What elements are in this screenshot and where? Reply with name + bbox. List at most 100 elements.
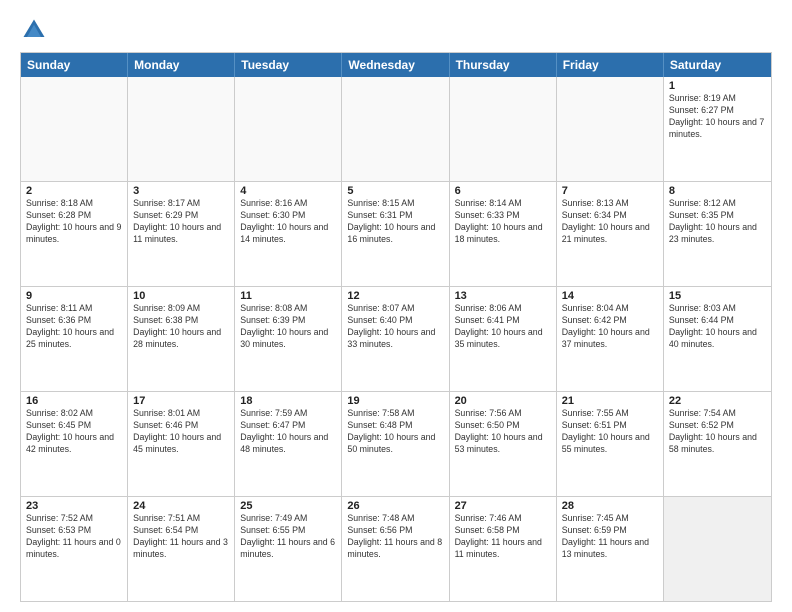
day-number: 17 (133, 395, 229, 407)
calendar-header: SundayMondayTuesdayWednesdayThursdayFrid… (21, 53, 771, 77)
day-header-monday: Monday (128, 53, 235, 77)
cal-cell (21, 77, 128, 181)
cal-cell: 9Sunrise: 8:11 AM Sunset: 6:36 PM Daylig… (21, 287, 128, 391)
cal-cell: 4Sunrise: 8:16 AM Sunset: 6:30 PM Daylig… (235, 182, 342, 286)
cell-detail: Sunrise: 8:06 AM Sunset: 6:41 PM Dayligh… (455, 303, 551, 351)
cell-detail: Sunrise: 7:46 AM Sunset: 6:58 PM Dayligh… (455, 513, 551, 561)
cal-cell (557, 77, 664, 181)
day-number: 25 (240, 500, 336, 512)
cal-cell: 6Sunrise: 8:14 AM Sunset: 6:33 PM Daylig… (450, 182, 557, 286)
cell-detail: Sunrise: 7:55 AM Sunset: 6:51 PM Dayligh… (562, 408, 658, 456)
cal-cell: 16Sunrise: 8:02 AM Sunset: 6:45 PM Dayli… (21, 392, 128, 496)
cell-detail: Sunrise: 7:59 AM Sunset: 6:47 PM Dayligh… (240, 408, 336, 456)
day-number: 4 (240, 185, 336, 197)
cal-cell: 2Sunrise: 8:18 AM Sunset: 6:28 PM Daylig… (21, 182, 128, 286)
day-header-saturday: Saturday (664, 53, 771, 77)
cell-detail: Sunrise: 8:11 AM Sunset: 6:36 PM Dayligh… (26, 303, 122, 351)
cell-detail: Sunrise: 8:02 AM Sunset: 6:45 PM Dayligh… (26, 408, 122, 456)
cell-detail: Sunrise: 8:04 AM Sunset: 6:42 PM Dayligh… (562, 303, 658, 351)
day-number: 26 (347, 500, 443, 512)
cal-cell (235, 77, 342, 181)
cal-cell: 28Sunrise: 7:45 AM Sunset: 6:59 PM Dayli… (557, 497, 664, 601)
week-row-1: 2Sunrise: 8:18 AM Sunset: 6:28 PM Daylig… (21, 181, 771, 286)
cal-cell: 19Sunrise: 7:58 AM Sunset: 6:48 PM Dayli… (342, 392, 449, 496)
day-number: 27 (455, 500, 551, 512)
cell-detail: Sunrise: 8:03 AM Sunset: 6:44 PM Dayligh… (669, 303, 766, 351)
day-number: 8 (669, 185, 766, 197)
cell-detail: Sunrise: 8:19 AM Sunset: 6:27 PM Dayligh… (669, 93, 766, 141)
day-number: 7 (562, 185, 658, 197)
day-header-thursday: Thursday (450, 53, 557, 77)
week-row-4: 23Sunrise: 7:52 AM Sunset: 6:53 PM Dayli… (21, 496, 771, 601)
day-number: 20 (455, 395, 551, 407)
cal-cell: 10Sunrise: 8:09 AM Sunset: 6:38 PM Dayli… (128, 287, 235, 391)
day-number: 21 (562, 395, 658, 407)
cal-cell: 5Sunrise: 8:15 AM Sunset: 6:31 PM Daylig… (342, 182, 449, 286)
cal-cell: 11Sunrise: 8:08 AM Sunset: 6:39 PM Dayli… (235, 287, 342, 391)
cell-detail: Sunrise: 8:01 AM Sunset: 6:46 PM Dayligh… (133, 408, 229, 456)
cell-detail: Sunrise: 7:58 AM Sunset: 6:48 PM Dayligh… (347, 408, 443, 456)
cal-cell: 1Sunrise: 8:19 AM Sunset: 6:27 PM Daylig… (664, 77, 771, 181)
header (20, 16, 772, 44)
cal-cell: 25Sunrise: 7:49 AM Sunset: 6:55 PM Dayli… (235, 497, 342, 601)
cell-detail: Sunrise: 7:54 AM Sunset: 6:52 PM Dayligh… (669, 408, 766, 456)
day-number: 19 (347, 395, 443, 407)
day-number: 23 (26, 500, 122, 512)
cal-cell: 24Sunrise: 7:51 AM Sunset: 6:54 PM Dayli… (128, 497, 235, 601)
day-number: 22 (669, 395, 766, 407)
day-number: 6 (455, 185, 551, 197)
cell-detail: Sunrise: 8:14 AM Sunset: 6:33 PM Dayligh… (455, 198, 551, 246)
cell-detail: Sunrise: 7:52 AM Sunset: 6:53 PM Dayligh… (26, 513, 122, 561)
day-number: 14 (562, 290, 658, 302)
cal-cell: 7Sunrise: 8:13 AM Sunset: 6:34 PM Daylig… (557, 182, 664, 286)
cal-cell: 27Sunrise: 7:46 AM Sunset: 6:58 PM Dayli… (450, 497, 557, 601)
cal-cell: 23Sunrise: 7:52 AM Sunset: 6:53 PM Dayli… (21, 497, 128, 601)
cell-detail: Sunrise: 8:18 AM Sunset: 6:28 PM Dayligh… (26, 198, 122, 246)
week-row-3: 16Sunrise: 8:02 AM Sunset: 6:45 PM Dayli… (21, 391, 771, 496)
cal-cell: 26Sunrise: 7:48 AM Sunset: 6:56 PM Dayli… (342, 497, 449, 601)
day-number: 2 (26, 185, 122, 197)
day-number: 24 (133, 500, 229, 512)
cell-detail: Sunrise: 8:15 AM Sunset: 6:31 PM Dayligh… (347, 198, 443, 246)
cell-detail: Sunrise: 7:56 AM Sunset: 6:50 PM Dayligh… (455, 408, 551, 456)
cal-cell: 8Sunrise: 8:12 AM Sunset: 6:35 PM Daylig… (664, 182, 771, 286)
day-number: 18 (240, 395, 336, 407)
cal-cell: 12Sunrise: 8:07 AM Sunset: 6:40 PM Dayli… (342, 287, 449, 391)
cal-cell (450, 77, 557, 181)
cal-cell: 3Sunrise: 8:17 AM Sunset: 6:29 PM Daylig… (128, 182, 235, 286)
day-number: 16 (26, 395, 122, 407)
logo (20, 16, 52, 44)
week-row-2: 9Sunrise: 8:11 AM Sunset: 6:36 PM Daylig… (21, 286, 771, 391)
cal-cell: 21Sunrise: 7:55 AM Sunset: 6:51 PM Dayli… (557, 392, 664, 496)
cal-cell: 17Sunrise: 8:01 AM Sunset: 6:46 PM Dayli… (128, 392, 235, 496)
day-header-wednesday: Wednesday (342, 53, 449, 77)
cell-detail: Sunrise: 8:17 AM Sunset: 6:29 PM Dayligh… (133, 198, 229, 246)
page: SundayMondayTuesdayWednesdayThursdayFrid… (0, 0, 792, 612)
cell-detail: Sunrise: 7:45 AM Sunset: 6:59 PM Dayligh… (562, 513, 658, 561)
cal-cell: 14Sunrise: 8:04 AM Sunset: 6:42 PM Dayli… (557, 287, 664, 391)
cal-cell: 20Sunrise: 7:56 AM Sunset: 6:50 PM Dayli… (450, 392, 557, 496)
cal-cell (664, 497, 771, 601)
day-number: 28 (562, 500, 658, 512)
day-number: 10 (133, 290, 229, 302)
logo-icon (20, 16, 48, 44)
cell-detail: Sunrise: 8:07 AM Sunset: 6:40 PM Dayligh… (347, 303, 443, 351)
day-number: 9 (26, 290, 122, 302)
cell-detail: Sunrise: 8:13 AM Sunset: 6:34 PM Dayligh… (562, 198, 658, 246)
cal-cell: 13Sunrise: 8:06 AM Sunset: 6:41 PM Dayli… (450, 287, 557, 391)
calendar: SundayMondayTuesdayWednesdayThursdayFrid… (20, 52, 772, 602)
cell-detail: Sunrise: 7:48 AM Sunset: 6:56 PM Dayligh… (347, 513, 443, 561)
cell-detail: Sunrise: 7:51 AM Sunset: 6:54 PM Dayligh… (133, 513, 229, 561)
cell-detail: Sunrise: 7:49 AM Sunset: 6:55 PM Dayligh… (240, 513, 336, 561)
day-header-sunday: Sunday (21, 53, 128, 77)
day-number: 13 (455, 290, 551, 302)
cal-cell: 22Sunrise: 7:54 AM Sunset: 6:52 PM Dayli… (664, 392, 771, 496)
day-header-tuesday: Tuesday (235, 53, 342, 77)
cal-cell (128, 77, 235, 181)
cell-detail: Sunrise: 8:12 AM Sunset: 6:35 PM Dayligh… (669, 198, 766, 246)
cal-cell: 15Sunrise: 8:03 AM Sunset: 6:44 PM Dayli… (664, 287, 771, 391)
day-number: 15 (669, 290, 766, 302)
day-header-friday: Friday (557, 53, 664, 77)
calendar-body: 1Sunrise: 8:19 AM Sunset: 6:27 PM Daylig… (21, 77, 771, 601)
cell-detail: Sunrise: 8:09 AM Sunset: 6:38 PM Dayligh… (133, 303, 229, 351)
